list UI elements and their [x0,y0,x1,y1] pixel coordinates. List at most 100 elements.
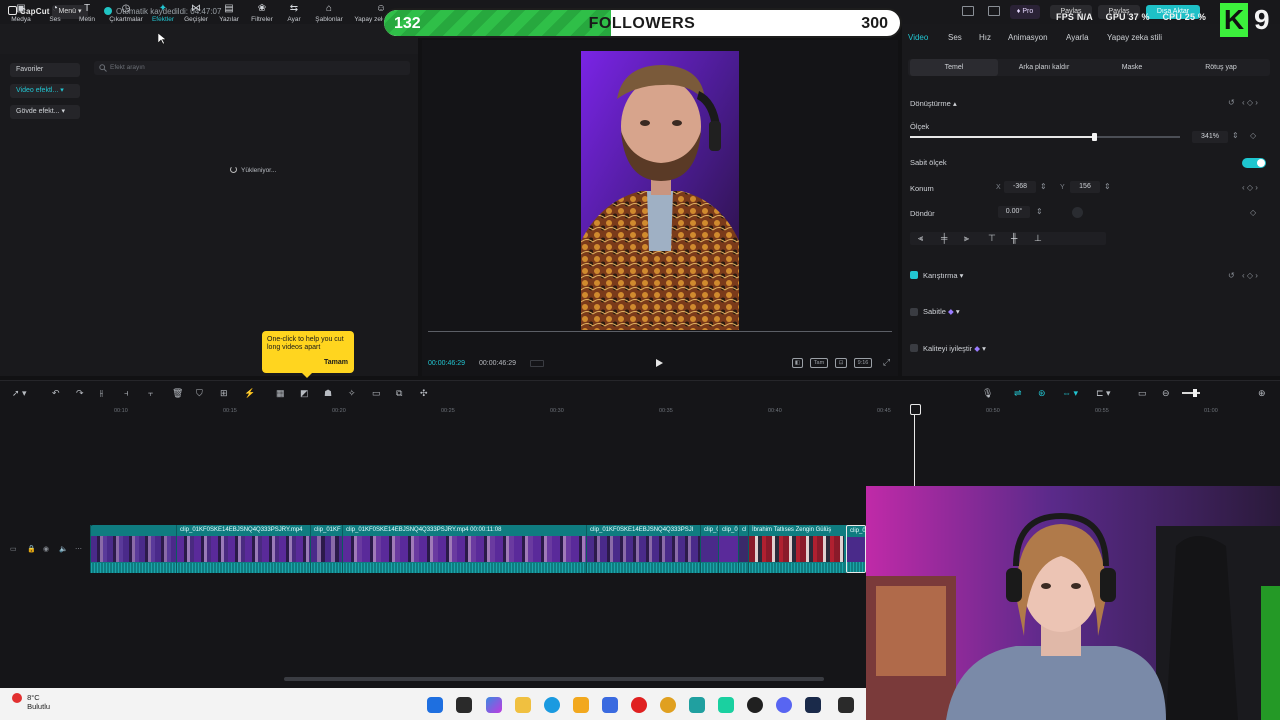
timeline-view-icon[interactable]: ▭ [1138,388,1147,399]
subtab-remove-bg[interactable]: Arka planı kaldır [1000,59,1088,76]
opera-icon[interactable] [631,697,647,713]
select-tool-icon[interactable]: ➚ ▾ [12,388,27,399]
cutout-icon[interactable]: ☗ [324,388,332,399]
subtab-basic[interactable]: Temel [910,59,998,76]
freeze-icon[interactable]: ▦ [276,388,285,399]
delete-icon[interactable]: 🗑 [172,388,183,399]
discord-icon[interactable] [776,697,792,713]
preview-scrubber[interactable] [428,331,892,332]
crop-icon[interactable]: ⊡ [835,358,847,368]
track-cover-icon[interactable]: ▭ [10,545,17,553]
tab-animation[interactable]: Animasyon [1008,33,1048,42]
rotate-stepper-icon[interactable]: ⇕ [1036,207,1043,216]
capcut-taskbar-icon[interactable] [718,697,734,713]
tab-audio[interactable]: Ses [948,33,962,42]
blend-checkbox[interactable] [910,271,918,279]
shortcut-icon[interactable] [988,6,1000,16]
scale-keyframe-icon[interactable]: ◇ [1250,131,1256,140]
tool-text[interactable]: T Metin [72,0,102,30]
timeline-clip[interactable] [90,525,176,573]
uniform-scale-toggle[interactable] [1242,158,1266,168]
timeline-clip[interactable]: clip_01KF [310,525,342,573]
ai-tool-icon[interactable]: ✣ [420,388,428,399]
tab-video[interactable]: Video [908,33,928,42]
keyframe-nav-icon[interactable]: ‹ ◇ › [1242,98,1258,107]
align-center-v-icon[interactable]: ╫ [1011,234,1017,243]
timeline-clip[interactable]: clip_01KF0SKE14EBJSNQ4Q333PSJI [586,525,700,573]
zoom-slider[interactable] [1182,392,1200,394]
zoom-in-icon[interactable]: ⊕ [1258,388,1266,399]
side-video-effects[interactable]: Video efektl... ▾ [10,84,80,98]
weather-widget[interactable]: 8°C Bulutlu [12,693,50,711]
layout-icon[interactable] [962,6,974,16]
store-icon[interactable] [573,697,589,713]
crop-frame-icon[interactable]: ⧉ [396,388,402,399]
tab-ai-style[interactable]: Yapay zeka stili [1107,33,1162,42]
timeline-clip-selected[interactable]: clip_0 [846,525,866,573]
align-right-icon[interactable]: ⫸ [964,234,969,243]
file-explorer-icon[interactable] [515,697,531,713]
rotate-value-field[interactable]: 0.00° [998,206,1030,218]
stabilize-checkbox[interactable] [910,308,918,316]
zoom-out-icon[interactable]: ⊖ [1162,388,1170,399]
edge-icon[interactable] [544,697,560,713]
tool-filters[interactable]: ❀ Filtreler [246,0,278,30]
tooltip-ok-button[interactable]: Tamam [324,359,348,367]
capcut-active-icon[interactable] [838,697,854,713]
fullscreen-icon[interactable]: ⤢ [881,358,892,368]
transform-section[interactable]: Dönüştürme ▴ [910,99,957,108]
copilot-icon[interactable] [486,697,502,713]
snapshot-icon[interactable]: ◧ [792,358,803,368]
position-x-field[interactable]: -368 [1004,181,1036,193]
scale-stepper-icon[interactable]: ⇕ [1232,131,1239,140]
track-audio-icon[interactable]: 🔈 [59,545,68,553]
playhead[interactable] [910,404,921,486]
tool-audio[interactable]: ◔ Ses [40,0,70,30]
magnet-icon[interactable]: ⊛ [1038,388,1046,399]
timeline-clip[interactable]: İbrahim Tatlıses Zengin Gülüş [748,525,844,573]
app-icon[interactable] [689,697,705,713]
microphone-icon[interactable]: 🎙 [982,388,993,399]
mirror-icon[interactable]: ◩ [300,388,309,399]
side-favorites[interactable]: Favoriler [10,63,80,77]
effects-search-input[interactable]: Efekt arayın [94,61,410,75]
blend-reset-icon[interactable]: ↺ [1228,271,1235,280]
align-top-icon[interactable]: ⊤ [988,234,996,243]
redo-icon[interactable]: ↷ [76,388,84,399]
timeline-clip[interactable]: clip_0 [718,525,738,573]
rotate-keyframe-icon[interactable]: ◇ [1250,208,1256,217]
speed-icon[interactable]: ⚡ [244,388,255,399]
align-center-h-icon[interactable]: ╪ [941,234,947,243]
undo-icon[interactable]: ↶ [52,388,60,399]
track-more-icon[interactable]: ⋯ [75,545,82,553]
teams-icon[interactable] [602,697,618,713]
obs-icon[interactable] [747,697,763,713]
position-y-field[interactable]: 156 [1070,181,1100,193]
track-visibility-icon[interactable]: ◉ [43,545,49,553]
steam-icon[interactable] [805,697,821,713]
windows-start-icon[interactable] [427,697,443,713]
caption-tool-icon[interactable]: ▭ [372,388,381,399]
magic-icon[interactable]: ✧ [348,388,356,399]
tool-effects[interactable]: ✦ Efektler [148,0,178,30]
preview-axis-icon[interactable]: ⊏ ▾ [1096,388,1111,399]
full-quality-button[interactable]: Tam [810,358,828,368]
timecode-grid-icon[interactable] [530,360,544,367]
side-body-effects[interactable]: Gövde efekt... ▾ [10,105,80,119]
reset-icon[interactable]: ↺ [1228,98,1235,107]
y-stepper-icon[interactable]: ⇕ [1104,182,1111,191]
tool-captions[interactable]: ▤ Yazılar [214,0,244,30]
pro-button[interactable]: ♦ Pro [1010,5,1040,19]
snap-icon[interactable]: ⇔ ▾ [1062,388,1078,399]
ratio-button[interactable]: 9:16 [854,358,872,368]
tool-media[interactable]: ▣ Medya [6,0,36,30]
tab-speed[interactable]: Hız [979,33,991,42]
split-icon[interactable]: ⫲ [100,388,103,399]
scale-value-field[interactable]: 341% [1192,131,1228,143]
enhance-checkbox[interactable] [910,344,918,352]
align-left-icon[interactable]: ⫷ [918,234,923,243]
tool-transitions[interactable]: ⋈ Geçişler [180,0,212,30]
split-left-icon[interactable]: ⫞ [124,388,129,399]
scale-slider[interactable] [910,133,1180,141]
timeline-clip[interactable]: clip_01KF0SKE14EBJSNQ4Q333PSJRY.mp4 [176,525,310,573]
